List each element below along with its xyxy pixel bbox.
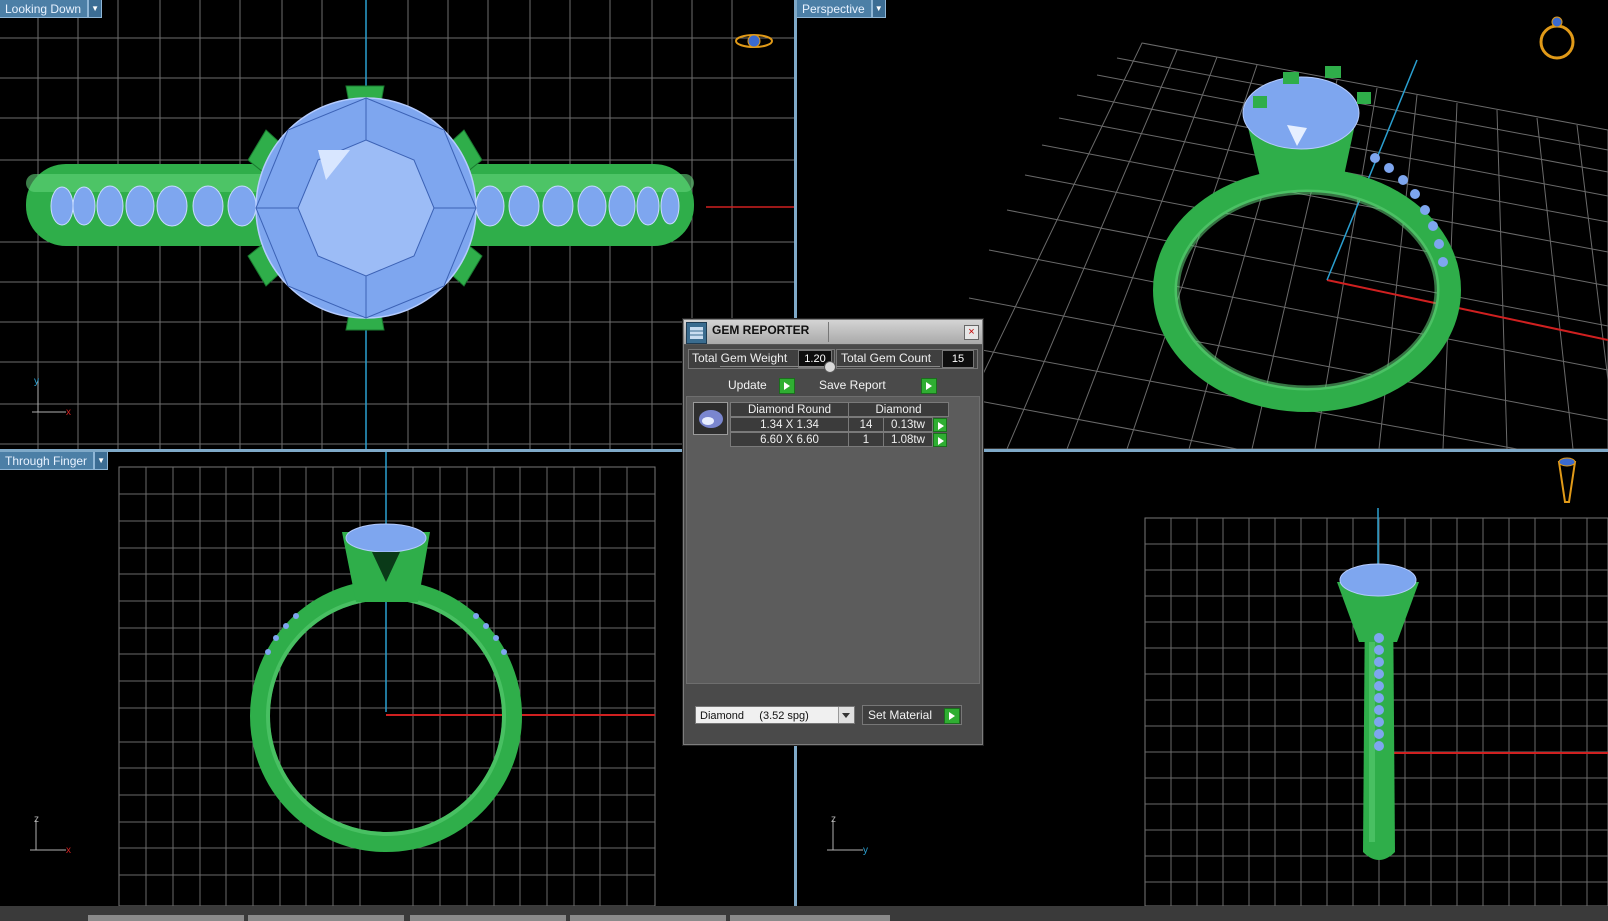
dropdown-arrow-icon[interactable]: ▼ (88, 0, 103, 18)
diamond-round-thumbnail[interactable] (693, 402, 728, 435)
dialog-title: GEM REPORTER (712, 323, 810, 337)
axis-x-label: x (66, 845, 71, 856)
set-material-button-label[interactable]: Set Material (868, 707, 932, 724)
dropdown-arrow-icon[interactable]: ▼ (871, 0, 886, 18)
viewport-label-looking-down[interactable]: Looking Down ▼ (0, 0, 103, 18)
toolbar-tab[interactable] (410, 915, 566, 921)
toolbar-tab[interactable] (570, 915, 726, 921)
close-icon[interactable]: × (964, 325, 979, 340)
total-count-label: Total Gem Count (841, 351, 932, 365)
toolbar-tab[interactable] (730, 915, 890, 921)
total-count-value: 15 (942, 350, 974, 368)
dialog-titlebar[interactable]: GEM REPORTER × (684, 320, 982, 345)
dropdown-arrow-icon[interactable]: ▼ (94, 452, 109, 470)
table-cell-weight[interactable]: 1.08tw (883, 432, 933, 447)
ring-orientation-icon[interactable] (1539, 16, 1575, 60)
axis-x-label: x (66, 407, 71, 418)
save-report-button-label[interactable]: Save Report (819, 377, 886, 394)
viewport-label-through-finger[interactable]: Through Finger ▼ (0, 452, 109, 470)
update-button-label[interactable]: Update (728, 377, 767, 394)
update-button[interactable] (779, 378, 795, 394)
viewport-title: Through Finger (0, 452, 95, 470)
axis-y-label: y (863, 845, 868, 856)
table-header-material: Diamond (848, 402, 949, 417)
title-divider (828, 322, 829, 342)
material-select-value: Diamond (3.52 spg) (700, 710, 809, 722)
toolbar-tab[interactable] (248, 915, 404, 921)
table-cell-count[interactable]: 14 (848, 417, 884, 432)
table-cell-count[interactable]: 1 (848, 432, 884, 447)
viewport-through-finger[interactable]: z x Through Finger ▼ (0, 452, 794, 906)
through-finger-canvas: z x (30, 452, 656, 906)
axis-z-label: z (34, 814, 39, 825)
save-report-button[interactable] (921, 378, 937, 394)
table-header-shape: Diamond Round (730, 402, 849, 417)
table-cell-weight[interactable]: 0.13tw (883, 417, 933, 432)
table-cell-size[interactable]: 1.34 X 1.34 (730, 417, 849, 432)
axis-z-label: z (831, 814, 836, 825)
row-select-button[interactable] (933, 418, 947, 432)
viewport-label-perspective[interactable]: Perspective ▼ (797, 0, 886, 18)
looking-down-canvas: y x (0, 0, 794, 449)
table-cell-size[interactable]: 6.60 X 6.60 (730, 432, 849, 447)
material-select[interactable]: Diamond (3.52 spg) (695, 706, 855, 724)
row-select-button[interactable] (933, 433, 947, 447)
viewport-title: Looking Down (0, 0, 89, 18)
viewport-looking-down[interactable]: y x Looking Down ▼ (0, 0, 794, 449)
gem-reporter-dialog[interactable]: GEM REPORTER × Total Gem Weight 1.20 Tot… (683, 319, 983, 745)
viewport-title: Perspective (797, 0, 872, 18)
ring-orientation-icon[interactable] (1557, 457, 1577, 503)
axis-y-label: y (34, 376, 39, 387)
gem-reporter-app-icon (686, 322, 707, 344)
bottom-toolbar (0, 906, 1608, 921)
toolbar-tab[interactable] (88, 915, 244, 921)
total-weight-label: Total Gem Weight (692, 351, 788, 365)
ring-orientation-icon[interactable] (735, 34, 773, 48)
slider-handle[interactable] (824, 361, 836, 373)
chevron-down-icon[interactable] (838, 707, 854, 723)
set-material-button[interactable] (944, 708, 960, 724)
